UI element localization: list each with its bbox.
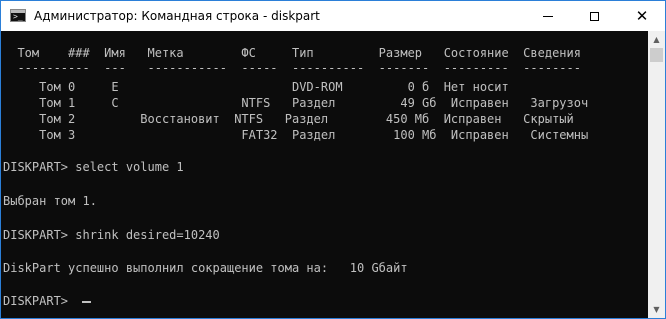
table-row: Том 2 Восстановит NTFS Раздел 450 Мб Исп… bbox=[3, 112, 574, 126]
close-button[interactable]: ✕ bbox=[619, 1, 665, 31]
scrollbar-thumb[interactable] bbox=[650, 48, 663, 62]
scroll-down-icon[interactable]: ▼ bbox=[648, 301, 665, 318]
output-line: Выбран том 1. bbox=[3, 194, 97, 208]
vertical-scrollbar[interactable]: ▲ ▼ bbox=[648, 31, 665, 318]
table-row: Том 0 E DVD-ROM 0 б Нет носит bbox=[3, 80, 509, 94]
console-window: >_ Администратор: Командная строка - dis… bbox=[0, 0, 666, 319]
minimize-button[interactable] bbox=[525, 1, 571, 31]
window-title: Администратор: Командная строка - diskpa… bbox=[34, 9, 320, 23]
cmd-icon-prompt: >_ bbox=[13, 12, 23, 21]
close-icon: ✕ bbox=[635, 6, 649, 25]
prompt-line: DISKPART> bbox=[3, 294, 76, 308]
minimize-icon bbox=[543, 15, 553, 17]
command-line: DISKPART> shrink desired=10240 bbox=[3, 228, 220, 242]
command-line: DISKPART> select volume 1 bbox=[3, 160, 184, 174]
maximize-button[interactable] bbox=[571, 1, 617, 31]
table-row: Том 3 FAT32 Раздел 100 Мб Исправен Систе… bbox=[3, 128, 589, 142]
table-row: Том 1 C NTFS Раздел 49 Gб Исправен Загру… bbox=[3, 96, 589, 110]
scroll-up-icon[interactable]: ▲ bbox=[648, 31, 665, 48]
maximize-icon bbox=[589, 11, 599, 21]
text-cursor bbox=[82, 301, 91, 303]
cmd-icon[interactable]: >_ bbox=[10, 9, 26, 22]
output-line: DiskPart успешно выполнил сокращение том… bbox=[3, 261, 408, 275]
title-bar[interactable]: >_ Администратор: Командная строка - dis… bbox=[1, 1, 665, 31]
table-separator: ---------- --- ----------- ----- -------… bbox=[3, 61, 581, 75]
console-output[interactable]: Том ### Имя Метка ФС Тип Размер Состояни… bbox=[1, 31, 648, 318]
table-header: Том ### Имя Метка ФС Тип Размер Состояни… bbox=[3, 46, 581, 60]
